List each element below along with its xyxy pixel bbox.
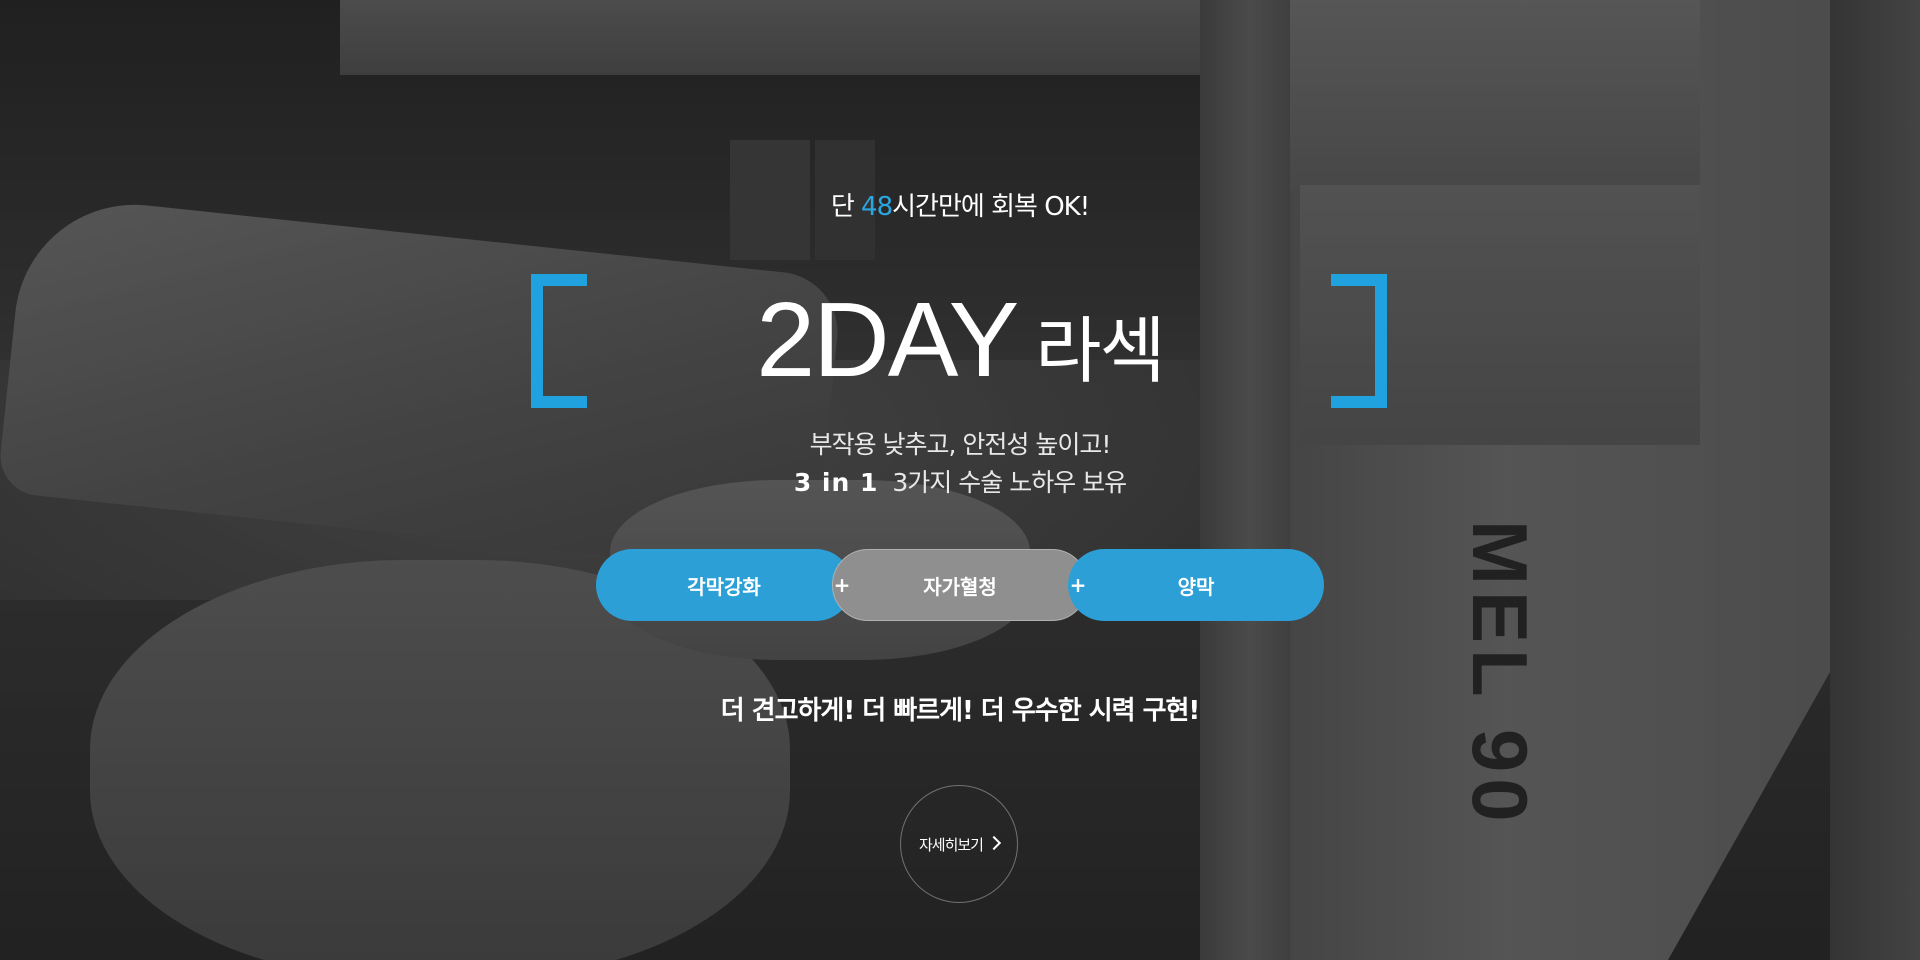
hero-title: 2DAY 라섹	[0, 280, 1920, 431]
title-light: 라섹	[1035, 309, 1165, 393]
subtitle-strong: 3 in 1	[793, 468, 879, 497]
pill-amniotic-membrane[interactable]: 양막	[1068, 549, 1324, 621]
pill-label: 양막	[1177, 574, 1215, 599]
hero-subtitle: 부작용 낮추고, 안전성 높이고! 3 in 1 3가지 수술 노하우 보유	[0, 426, 1920, 502]
hero-slogan: 더 견고하게! 더 빠르게! 더 우수한 시력 구현!	[720, 696, 1201, 726]
title-bold: 2DAY	[756, 281, 1019, 399]
chevron-right-icon	[986, 835, 1002, 851]
pill-label: 각막강화	[687, 574, 761, 599]
pill-corneal-strengthening[interactable]: 각막강화	[596, 549, 852, 621]
view-more-button[interactable]: 자세히보기	[900, 785, 1018, 903]
plus-icon: +	[1069, 573, 1087, 597]
treatment-pills: 각막강화 자가혈청 양막 + +	[596, 549, 1324, 621]
tagline-prefix: 단	[830, 192, 862, 222]
pill-autologous-serum[interactable]: 자가혈청	[832, 549, 1088, 621]
tagline-accent: 48	[861, 192, 893, 222]
hero-tagline: 단 48시간만에 회복 OK!	[0, 186, 1920, 223]
subtitle-line-1: 부작용 낮추고, 안전성 높이고!	[809, 430, 1112, 459]
hero-section: MEL 90 단 48시간만에 회복 OK! 2DAY 라섹 부작용 낮추고, 안…	[0, 0, 1920, 960]
hero-content: 단 48시간만에 회복 OK! 2DAY 라섹 부작용 낮추고, 안전성 높이고!…	[0, 0, 1920, 960]
pill-label: 자가혈청	[923, 574, 997, 599]
view-more-label: 자세히보기	[918, 835, 984, 854]
subtitle-line-2: 3가지 수술 노하우 보유	[892, 468, 1127, 497]
tagline-suffix: 시간만에 회복 OK!	[892, 192, 1090, 222]
subtitle-line-2-wrap: 3 in 1 3가지 수술 노하우 보유	[0, 464, 1920, 502]
plus-icon: +	[833, 573, 851, 597]
